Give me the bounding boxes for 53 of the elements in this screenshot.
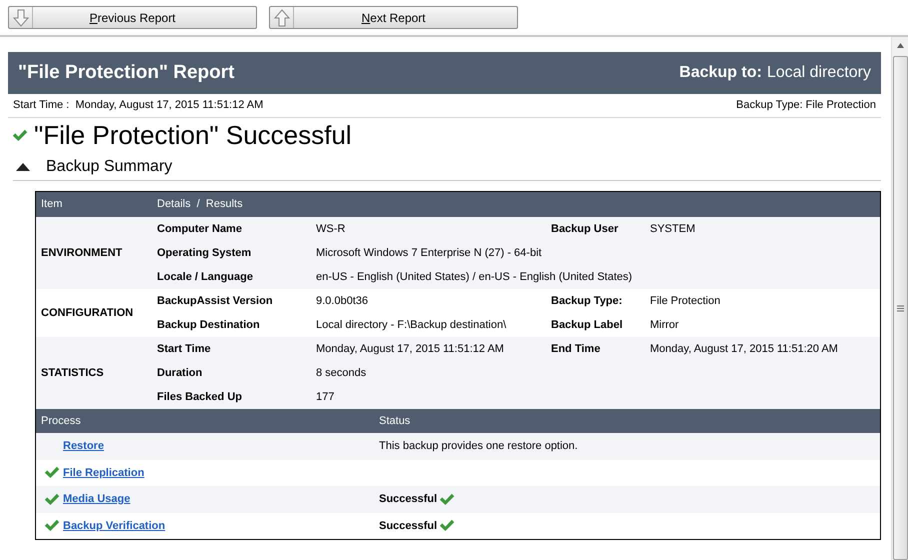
backup-to-label: Backup to: — [679, 63, 762, 83]
section-label: CONFIGURATION — [41, 306, 134, 321]
field-label: Operating System — [157, 246, 252, 261]
process-link[interactable]: Backup Verification — [63, 518, 166, 534]
field-value: File Protection — [650, 294, 720, 309]
section-label: STATISTICS — [41, 366, 104, 381]
process-link[interactable]: Media Usage — [63, 491, 130, 508]
field-label: Duration — [157, 366, 204, 381]
field-value: Monday, August 17, 2015 11:51:12 AM — [316, 342, 505, 357]
up-arrow-icon — [272, 8, 290, 26]
field-label: Locale / Language — [157, 270, 254, 285]
column-header: Item — [40, 197, 64, 212]
collapse-icon[interactable] — [16, 162, 30, 172]
field-label: Backup Type: — [551, 294, 624, 309]
field-value: Monday, August 17, 2015 11:51:20 AM — [650, 342, 838, 357]
field-label: Start Time — [157, 342, 212, 357]
field-label: Backup User — [551, 222, 620, 237]
field-value: 8 seconds — [316, 366, 368, 381]
field-label: Files Backed Up — [157, 390, 243, 405]
process-link[interactable]: Restore — [63, 438, 104, 454]
check-icon — [439, 492, 456, 506]
field-label: Computer Name — [157, 222, 243, 237]
report-title: "File Protection" Report — [18, 60, 234, 85]
field-value: Microsoft Windows 7 Enterprise N (27) - 64-bit — [316, 246, 543, 261]
field-label: Backup Destination — [157, 318, 261, 333]
status-text: Successful — [379, 518, 438, 534]
section-label: ENVIRONMENT — [41, 246, 122, 261]
report-nav-button[interactable]: Previous Report — [8, 6, 257, 29]
check-icon — [439, 519, 456, 532]
column-header: Process — [40, 414, 82, 429]
status-text: Successful — [379, 492, 438, 507]
backup-to-value: Local directory — [766, 63, 871, 83]
column-header: Status — [379, 414, 410, 429]
result-heading: "File Protection" Successful — [34, 118, 352, 152]
field-value: Mirror — [650, 318, 679, 333]
down-arrow-icon — [12, 8, 30, 26]
field-label: Backup Label — [551, 318, 624, 333]
field-label: End Time — [551, 342, 602, 357]
status-text: This backup provides one restore option. — [379, 439, 578, 454]
field-value: WS-R — [316, 222, 346, 237]
report-nav-button[interactable]: Next Report — [269, 6, 518, 29]
field-label: BackupAssist Version — [157, 294, 274, 309]
backup-type-text: Backup Type: File Protection — [736, 98, 876, 114]
field-value: en-US - English (United States) / en-US - English (United States) — [316, 270, 632, 285]
field-value: Local directory - F:\Backup destination\ — [316, 318, 508, 333]
grip-icon — [896, 304, 904, 312]
field-value: 177 — [316, 390, 336, 405]
column-header: Details / Results — [157, 197, 243, 212]
process-link[interactable]: File Replication — [63, 464, 144, 481]
field-value: SYSTEM — [650, 222, 696, 237]
field-value: 9.0.0b0t36 — [316, 294, 369, 309]
section-heading: Backup Summary — [46, 156, 172, 176]
start-time-text: Start Time : Monday, August 17, 2015 11:51:12 AM — [13, 98, 264, 114]
